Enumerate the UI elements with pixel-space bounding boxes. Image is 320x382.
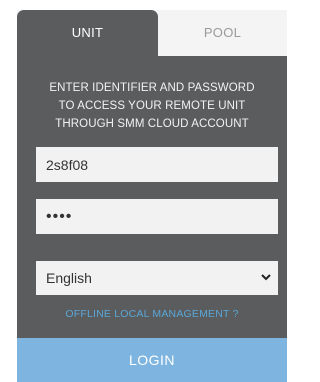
instructions-line-1: ENTER IDENTIFIER AND PASSWORD — [49, 82, 255, 94]
instructions-line-3: THROUGH SMM CLOUD ACCOUNT — [55, 118, 249, 130]
password-input[interactable] — [36, 199, 278, 234]
tab-unit[interactable]: UNIT — [17, 10, 158, 56]
language-select[interactable]: English — [36, 261, 278, 295]
identifier-input[interactable] — [36, 147, 278, 182]
tab-bar: UNIT POOL — [17, 10, 287, 56]
tab-pool[interactable]: POOL — [158, 10, 287, 56]
language-select-value: English — [46, 270, 92, 286]
login-form: ENTER IDENTIFIER AND PASSWORD TO ACCESS … — [17, 56, 287, 338]
login-panel: UNIT POOL ENTER IDENTIFIER AND PASSWORD … — [17, 10, 297, 382]
offline-management-link[interactable]: OFFLINE LOCAL MANAGEMENT ? — [17, 308, 287, 320]
instructions-text: ENTER IDENTIFIER AND PASSWORD TO ACCESS … — [17, 79, 287, 133]
instructions-line-2: TO ACCESS YOUR REMOTE UNIT — [58, 100, 246, 112]
chevron-down-icon — [260, 261, 272, 295]
login-button[interactable]: LOGIN — [17, 338, 287, 382]
